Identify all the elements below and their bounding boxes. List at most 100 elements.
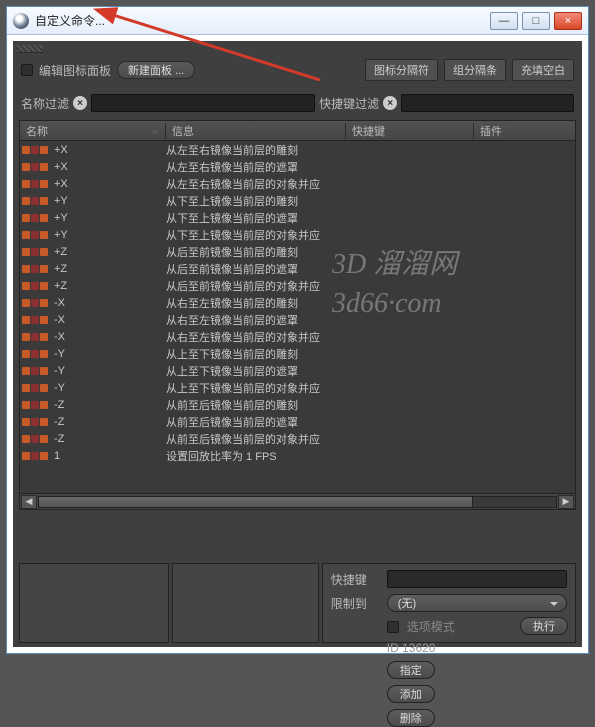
row-icons <box>20 435 52 443</box>
client-area: 编辑图标面板 新建面板 ... 图标分隔符 组分隔条 充填空白 名称过滤 × 快… <box>13 41 582 647</box>
row-name: +X <box>52 161 166 173</box>
column-shortcut[interactable]: 快捷键 <box>346 123 474 139</box>
row-icon <box>22 367 30 375</box>
row-icon <box>31 248 39 256</box>
table-row[interactable]: +Z从后至前镜像当前层的雕刻 <box>20 243 575 260</box>
row-icon <box>31 197 39 205</box>
table-body: +X从左至右镜像当前层的雕刻+X从左至右镜像当前层的遮罩+X从左至右镜像当前层的… <box>20 141 575 493</box>
row-icon <box>22 231 30 239</box>
detail-pane-mid <box>172 563 319 643</box>
row-info: 从前至后镜像当前层的对象并应 <box>166 431 346 447</box>
title-bar[interactable]: 自定义命令... — □ × <box>7 7 588 35</box>
horizontal-scrollbar[interactable]: ◀ ▶ <box>20 493 575 509</box>
row-icon <box>22 180 30 188</box>
detail-pane-left <box>19 563 169 643</box>
row-icon <box>40 333 48 341</box>
shortcut-input[interactable] <box>387 570 567 588</box>
name-filter-clear-icon[interactable]: × <box>73 96 87 110</box>
maximize-button[interactable]: □ <box>522 12 550 30</box>
row-info: 从右至左镜像当前层的雕刻 <box>166 295 346 311</box>
row-icon <box>22 163 30 171</box>
table-row[interactable]: +Z从后至前镜像当前层的遮罩 <box>20 260 575 277</box>
scroll-right-icon[interactable]: ▶ <box>558 495 574 509</box>
edit-icons-checkbox[interactable] <box>21 64 33 76</box>
table-row[interactable]: -Y从上至下镜像当前层的遮罩 <box>20 362 575 379</box>
row-icon <box>31 163 39 171</box>
edit-icons-label: 编辑图标面板 <box>39 62 111 79</box>
limit-select-value: (无) <box>398 595 416 611</box>
row-info: 从左至右镜像当前层的遮罩 <box>166 159 346 175</box>
add-button[interactable]: 添加 <box>387 685 435 703</box>
minimize-button[interactable]: — <box>490 12 518 30</box>
table-row[interactable]: -X从右至左镜像当前层的遮罩 <box>20 311 575 328</box>
assign-button[interactable]: 指定 <box>387 661 435 679</box>
limit-select[interactable]: (无) <box>387 594 567 612</box>
delete-button[interactable]: 删除 <box>387 709 435 727</box>
scroll-left-icon[interactable]: ◀ <box>21 495 37 509</box>
table-row[interactable]: +X从左至右镜像当前层的雕刻 <box>20 141 575 158</box>
row-icon <box>22 452 30 460</box>
table-header: 名称 信息 快捷键 插件 <box>20 121 575 141</box>
new-panel-button[interactable]: 新建面板 ... <box>117 61 195 79</box>
row-icon <box>40 452 48 460</box>
row-icons <box>20 214 52 222</box>
row-name: +Y <box>52 229 166 241</box>
table-row[interactable]: -Z从前至后镜像当前层的对象并应 <box>20 430 575 447</box>
row-icons <box>20 333 52 341</box>
row-icons <box>20 265 52 273</box>
row-icon <box>40 367 48 375</box>
row-icon <box>40 146 48 154</box>
name-filter-label: 名称过滤 <box>21 95 69 112</box>
row-icon <box>22 418 30 426</box>
shortcut-filter-input[interactable] <box>401 94 574 112</box>
column-name[interactable]: 名称 <box>20 123 166 139</box>
table-row[interactable]: -Z从前至后镜像当前层的遮罩 <box>20 413 575 430</box>
table-row[interactable]: +Y从下至上镜像当前层的对象并应 <box>20 226 575 243</box>
table-row[interactable]: -Y从上至下镜像当前层的对象并应 <box>20 379 575 396</box>
row-icon <box>40 435 48 443</box>
table-row[interactable]: -Z从前至后镜像当前层的雕刻 <box>20 396 575 413</box>
column-plugin[interactable]: 插件 <box>474 123 575 139</box>
icon-separator-button[interactable]: 图标分隔符 <box>365 59 438 81</box>
scroll-thumb[interactable] <box>39 497 473 507</box>
column-info[interactable]: 信息 <box>166 123 346 139</box>
scroll-track[interactable] <box>38 496 557 508</box>
close-button[interactable]: × <box>554 12 582 30</box>
command-table: 名称 信息 快捷键 插件 +X从左至右镜像当前层的雕刻+X从左至右镜像当前层的遮… <box>19 120 576 510</box>
execute-button[interactable]: 执行 <box>520 617 568 635</box>
panel-grip[interactable] <box>17 45 43 53</box>
row-name: -Y <box>52 365 166 377</box>
table-row[interactable]: +X从左至右镜像当前层的对象并应 <box>20 175 575 192</box>
table-row[interactable]: +Z从后至前镜像当前层的对象并应 <box>20 277 575 294</box>
app-icon <box>13 13 29 29</box>
table-row[interactable]: -Y从上至下镜像当前层的雕刻 <box>20 345 575 362</box>
top-toolbar: 编辑图标面板 新建面板 ... 图标分隔符 组分隔条 充填空白 <box>13 53 582 85</box>
row-name: 1 <box>52 450 166 462</box>
row-icons <box>20 316 52 324</box>
row-info: 从下至上镜像当前层的遮罩 <box>166 210 346 226</box>
table-row[interactable]: +Y从下至上镜像当前层的遮罩 <box>20 209 575 226</box>
row-icons <box>20 146 52 154</box>
table-row[interactable]: -X从右至左镜像当前层的对象并应 <box>20 328 575 345</box>
row-icon <box>31 214 39 222</box>
table-row[interactable]: +Y从下至上镜像当前层的雕刻 <box>20 192 575 209</box>
option-mode-checkbox[interactable] <box>387 621 399 633</box>
id-label: ID 13620 <box>387 641 436 655</box>
window-frame: 自定义命令... — □ × 编辑图标面板 新建面板 ... 图标分隔符 组分隔… <box>6 6 589 654</box>
fill-blank-button[interactable]: 充填空白 <box>512 59 574 81</box>
row-icon <box>22 197 30 205</box>
table-row[interactable]: 1设置回放比率为 1 FPS <box>20 447 575 464</box>
row-info: 从前至后镜像当前层的遮罩 <box>166 414 346 430</box>
group-separator-button[interactable]: 组分隔条 <box>444 59 506 81</box>
row-icon <box>40 316 48 324</box>
name-filter-input[interactable] <box>91 94 315 112</box>
row-name: +Z <box>52 246 166 258</box>
row-icon <box>31 316 39 324</box>
row-icon <box>40 231 48 239</box>
table-row[interactable]: -X从右至左镜像当前层的雕刻 <box>20 294 575 311</box>
table-row[interactable]: +X从左至右镜像当前层的遮罩 <box>20 158 575 175</box>
row-icon <box>40 418 48 426</box>
row-icons <box>20 350 52 358</box>
shortcut-filter-clear-icon[interactable]: × <box>383 96 397 110</box>
row-icon <box>31 333 39 341</box>
